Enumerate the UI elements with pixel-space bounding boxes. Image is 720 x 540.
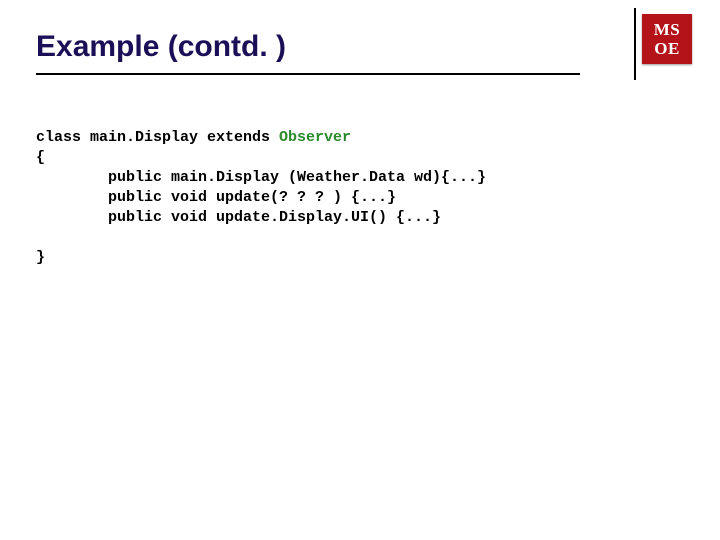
slide-title: Example (contd. ) xyxy=(36,30,580,63)
logo-box: MS OE xyxy=(642,14,692,64)
code-line-2: { xyxy=(36,149,45,166)
logo-divider xyxy=(634,8,636,80)
code-line-5: public void update.Display.UI() {...} xyxy=(108,209,441,226)
msoe-logo: MS OE xyxy=(638,14,692,76)
code-observer-keyword: Observer xyxy=(279,129,351,146)
slide: MS OE Example (contd. ) class main.Displ… xyxy=(0,0,720,540)
title-area: Example (contd. ) xyxy=(36,30,580,75)
code-line-4: public void update(? ? ? ) {...} xyxy=(108,189,396,206)
logo-text-line2: OE xyxy=(642,40,692,57)
code-line-1a: class main.Display extends xyxy=(36,129,279,146)
code-line-3: public main.Display (Weather.Data wd){..… xyxy=(108,169,486,186)
code-block: class main.Display extends Observer { pu… xyxy=(36,128,486,268)
logo-text-line1: MS xyxy=(642,21,692,38)
code-line-6: } xyxy=(36,249,45,266)
